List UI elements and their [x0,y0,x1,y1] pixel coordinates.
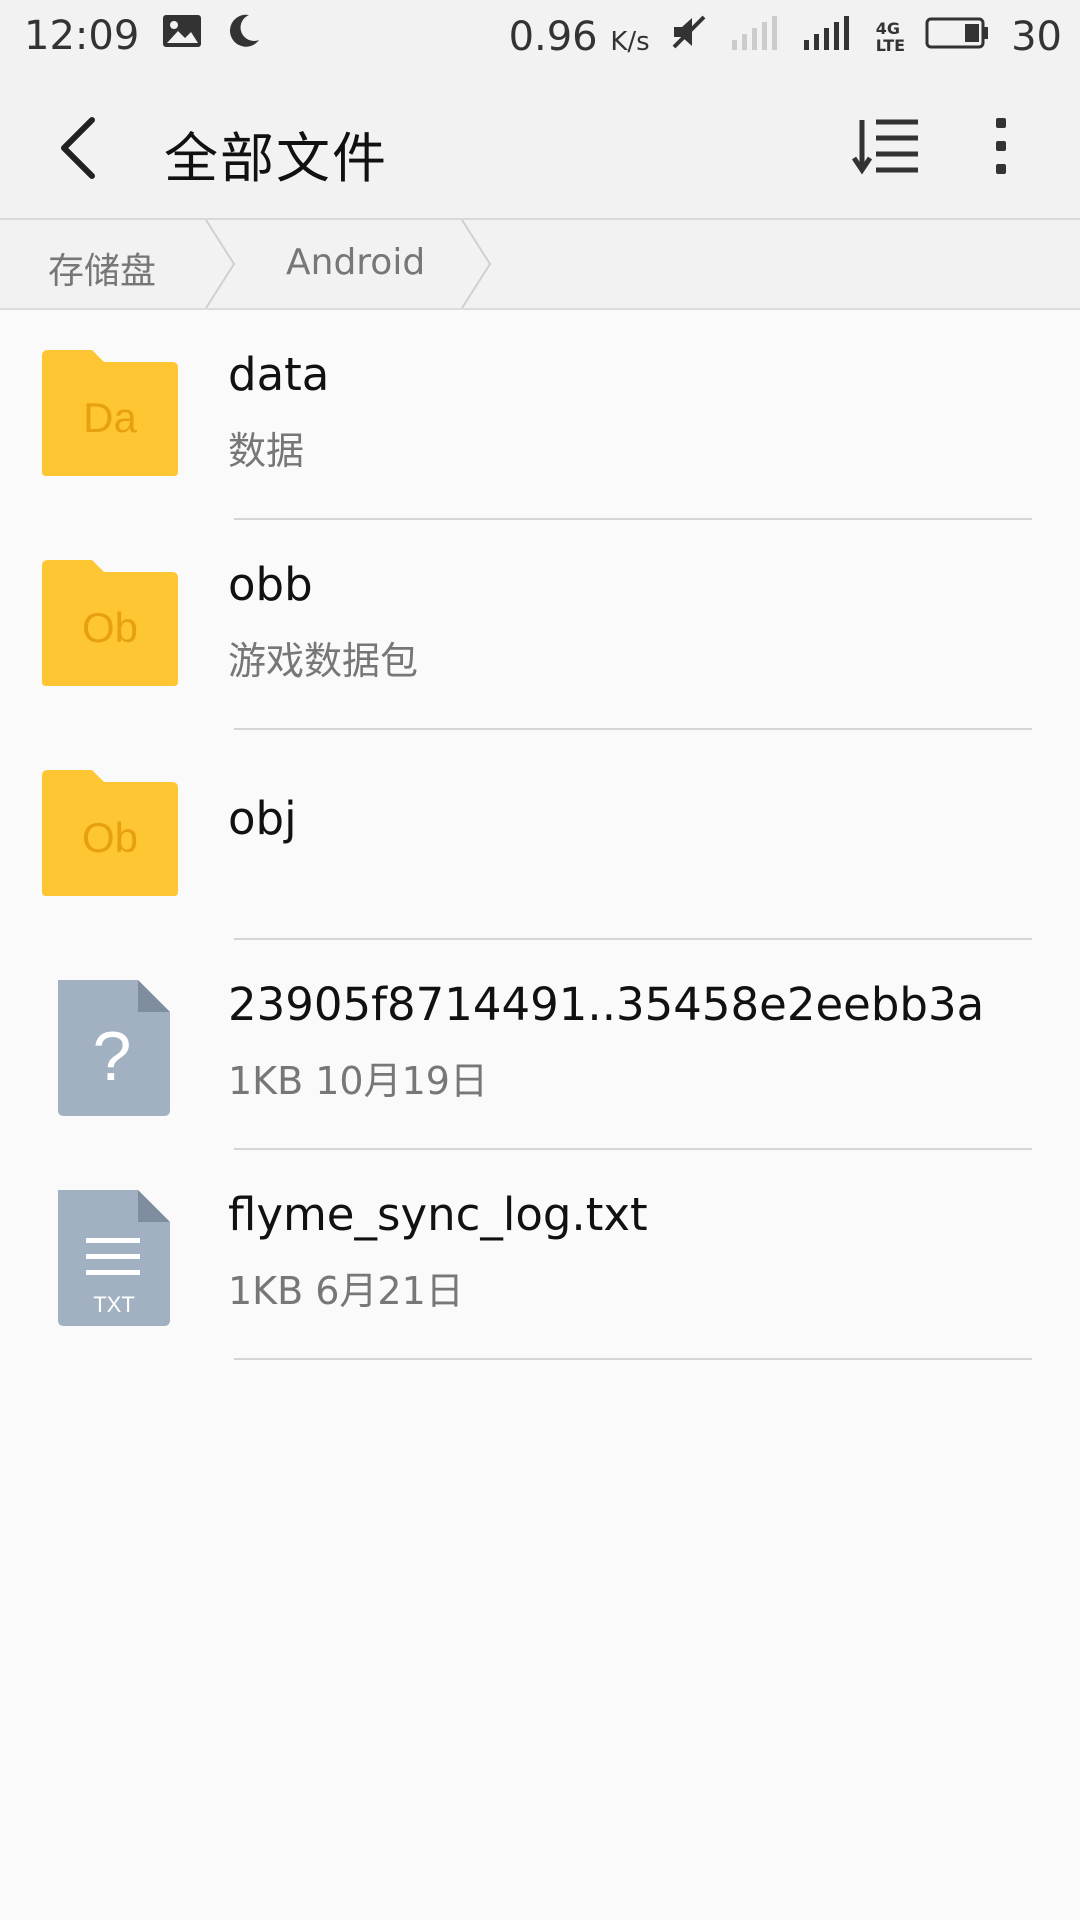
moon-icon [225,12,261,60]
more-button[interactable] [976,114,1026,178]
file-subtitle: 1KB 10月19日 [228,1059,488,1103]
battery-icon [925,14,991,60]
list-item[interactable]: ? 23905f8714491..35458e2eebb3a 1KB 10月19… [0,940,1080,1150]
breadcrumb-separator-icon [461,220,492,308]
breadcrumb-item-storage[interactable]: 存储盘 [48,242,156,294]
more-vert-icon [996,118,1006,174]
signal-empty-icon [728,12,780,62]
folder-icon: Da [42,348,178,480]
file-name: flyme_sync_log.txt [228,1188,648,1241]
txt-label: TXT [93,1292,135,1317]
battery-level: 30 [1011,14,1062,60]
breadcrumb: 存储盘 Android [0,220,1080,310]
file-subtitle: 游戏数据包 [228,639,419,683]
file-name: 23905f8714491..35458e2eebb3a [228,978,985,1031]
breadcrumb-separator-icon [205,220,236,308]
chevron-left-icon [61,117,95,179]
list-item[interactable]: Ob obb 游戏数据包 [0,520,1080,730]
file-name: obb [228,558,313,611]
unknown-file-icon: ? [42,978,178,1116]
folder-icon: Ob [42,558,178,690]
folder-icon: Ob [42,768,178,900]
file-name: obj [228,792,297,845]
mute-icon [670,13,708,61]
network-type: 4G LTE [875,19,906,55]
list-item[interactable]: TXT flyme_sync_log.txt 1KB 6月21日 [0,1150,1080,1360]
folder-badge: Da [83,394,137,441]
question-mark: ? [93,1017,132,1095]
file-subtitle: 数据 [228,429,305,473]
status-bar: 12:09 0.96 K/s 4G LTE 30 [0,0,1080,74]
image-icon [161,13,203,59]
net-speed: 0.96 K/s [508,14,650,60]
file-name: data [228,348,330,401]
sort-icon [851,119,918,175]
divider [234,1358,1032,1360]
txt-file-icon: TXT [42,1188,178,1326]
list-item[interactable]: Da data 数据 [0,310,1080,520]
folder-badge: Ob [82,604,138,651]
signal-full-icon [800,12,856,62]
page-title: 全部文件 [164,127,388,190]
app-bar: 全部文件 [0,74,1080,220]
status-time: 12:09 [24,13,140,59]
back-button[interactable] [52,112,116,184]
file-subtitle: 1KB 6月21日 [228,1269,464,1313]
sort-button[interactable] [851,116,922,176]
breadcrumb-item-android[interactable]: Android [286,242,425,283]
list-item[interactable]: Ob obj [0,730,1080,940]
folder-badge: Ob [82,814,138,861]
